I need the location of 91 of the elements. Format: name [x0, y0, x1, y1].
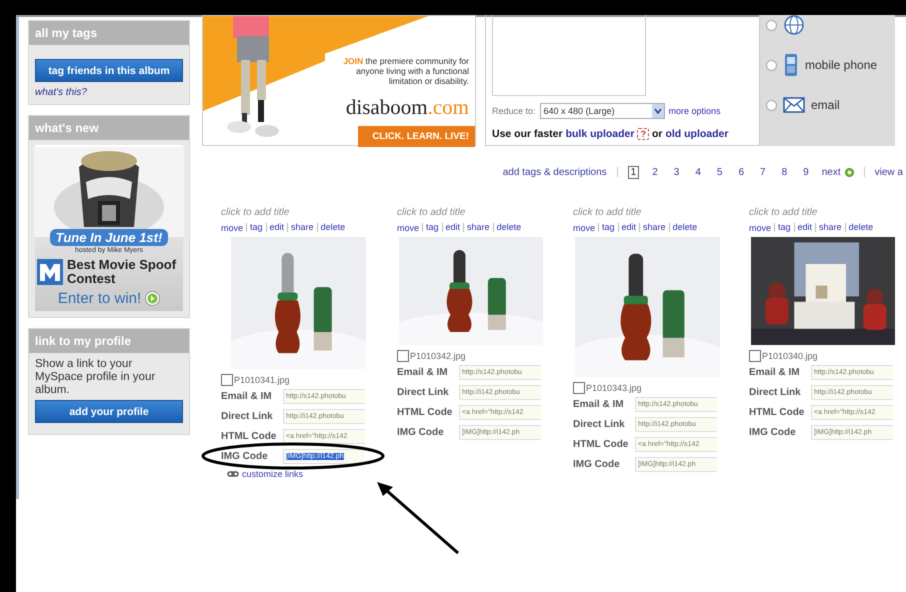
next-icon	[844, 168, 854, 176]
add-tags-link[interactable]: add tags & descriptions	[502, 166, 607, 178]
field-label: Direct Link	[573, 419, 626, 430]
next-link[interactable]: next	[822, 166, 841, 178]
page-link[interactable]: 9	[800, 166, 812, 178]
more-options-link[interactable]: more options	[668, 106, 721, 116]
field-label: HTML Code	[397, 407, 454, 418]
uploader-text: Use our faster	[492, 128, 563, 140]
phone-icon	[783, 53, 799, 77]
action-link[interactable]: edit	[442, 223, 460, 232]
action-link[interactable]: edit	[266, 223, 284, 232]
field-label: Direct Link	[749, 387, 802, 398]
brand-logo: disaboom.com	[346, 95, 469, 120]
box-title: what's new	[35, 121, 99, 135]
checkbox[interactable]	[221, 374, 233, 386]
action-link[interactable]: share	[815, 223, 842, 232]
field-label: Direct Link	[221, 411, 274, 422]
ad-tagline: JOIN the premiere community for anyone living with a functional limitation or disability.	[342, 56, 469, 86]
action-link[interactable]: delete	[492, 223, 522, 232]
radio-button[interactable]	[766, 60, 777, 70]
action-link[interactable]: delete	[668, 223, 698, 232]
action-link[interactable]: move	[573, 222, 596, 232]
action-link[interactable]: tag	[774, 223, 791, 232]
globe-icon	[783, 15, 805, 36]
ad-banner[interactable]: JOIN the premiere community for anyone living with a functional limitation or disability. disaboom.com CLICK. LEARN. LIVE!	[202, 15, 476, 146]
checkbox[interactable]	[573, 382, 585, 394]
action-link[interactable]: tag	[598, 223, 615, 232]
profile-description: Show a link to your MySpace profile in your album.	[35, 358, 156, 397]
field-label: HTML Code	[573, 439, 630, 450]
help-button[interactable]: ?	[637, 128, 649, 140]
file-name: P1010342.jpg	[410, 350, 466, 360]
page-link[interactable]: 7	[757, 166, 769, 178]
page-link[interactable]: 8	[778, 166, 790, 178]
checkbox[interactable]	[397, 350, 409, 362]
file-name: P1010341.jpg	[234, 374, 290, 384]
field-label: IMG Code	[749, 427, 797, 438]
page-link[interactable]: 1	[628, 166, 640, 178]
field-label: IMG Code	[573, 459, 621, 470]
action-link[interactable]: delete	[844, 223, 874, 232]
link-icon	[227, 471, 239, 477]
arrow-icon	[145, 291, 160, 306]
text-area[interactable]	[492, 15, 646, 96]
field-label: Direct Link	[397, 387, 450, 398]
promo-ribbon: Tune In June 1st!	[50, 229, 168, 246]
action-link[interactable]: edit	[794, 223, 812, 232]
tag-friends-button[interactable]: tag friends in this album	[35, 59, 183, 82]
action-link[interactable]: share	[463, 223, 490, 232]
radio-button[interactable]	[766, 100, 777, 110]
chevron-icon	[654, 108, 662, 114]
page-link[interactable]: 3	[670, 166, 682, 178]
action-link[interactable]: move	[749, 222, 772, 232]
field-label: Email & IM	[573, 399, 625, 410]
box-title: all my tags	[35, 26, 98, 40]
option-label[interactable]: email	[811, 98, 840, 112]
field-label: IMG Code	[397, 427, 445, 438]
envelope-icon	[783, 97, 805, 113]
action-link[interactable]: share	[287, 223, 314, 232]
action-link[interactable]: edit	[618, 223, 636, 232]
checkbox[interactable]	[749, 350, 761, 362]
field-label: IMG Code	[221, 451, 269, 462]
view-all-link[interactable]: view a	[874, 166, 903, 178]
field-label: Email & IM	[221, 391, 273, 402]
action-link[interactable]: move	[221, 222, 244, 232]
reduce-label: Reduce to:	[492, 106, 536, 116]
action-link[interactable]: delete	[316, 223, 346, 232]
add-profile-button[interactable]: add your profile	[35, 400, 183, 423]
file-name: P1010343.jpg	[586, 382, 642, 392]
help-link[interactable]: what's this?	[35, 87, 183, 98]
field-label: HTML Code	[221, 431, 278, 442]
promo-headline: Best Movie Spoof Contest	[67, 258, 178, 286]
size-dropdown[interactable]: 640 x 480 (Large)	[540, 103, 665, 119]
field-label: Email & IM	[397, 367, 449, 378]
page-link[interactable]: 2	[649, 166, 661, 178]
box-title: link to my profile	[35, 334, 132, 348]
logo-icon	[37, 259, 63, 285]
old-uploader-link[interactable]: old uploader	[665, 128, 728, 140]
field-label: HTML Code	[749, 407, 806, 418]
field-label: Email & IM	[749, 367, 801, 378]
action-link[interactable]: move	[397, 222, 420, 232]
action-link[interactable]: tag	[422, 223, 439, 232]
action-link[interactable]: tag	[246, 223, 263, 232]
page-link[interactable]: 4	[692, 166, 704, 178]
bulk-uploader-link[interactable]: bulk uploader	[566, 128, 634, 140]
or-text: or	[652, 128, 662, 140]
page-link[interactable]: 6	[735, 166, 748, 178]
action-link[interactable]: share	[639, 223, 666, 232]
option-label[interactable]: mobile phone	[805, 58, 878, 72]
page-link[interactable]: 5	[714, 166, 726, 178]
file-name: P1010340.jpg	[762, 350, 818, 360]
customize-link[interactable]: customize links	[242, 469, 304, 479]
radio-button[interactable]	[766, 20, 777, 30]
